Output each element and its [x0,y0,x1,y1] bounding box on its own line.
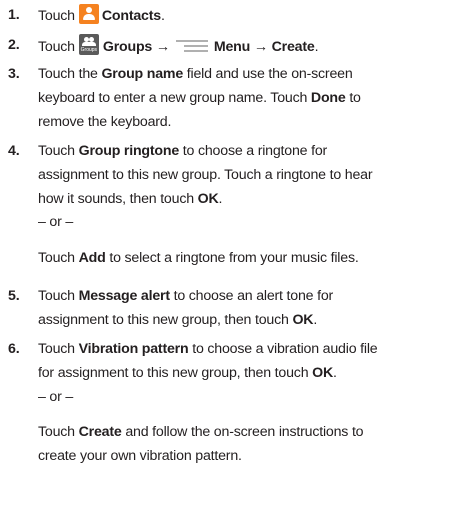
arrow: → [253,39,268,55]
arrow: → [155,39,170,55]
instruction-document: 1. Touch Contacts. 2. Touch Groups Groups →… [0,0,472,523]
step-number: 1. [8,7,20,23]
step-text: Touch Groups Groups → Menu → Create. [38,34,319,58]
step-number: 3. [8,66,20,82]
step-number: 2. [8,37,20,53]
menu-icon [175,39,208,53]
create-label: Create [271,39,315,55]
menu-label: Menu [213,39,251,55]
step-text: Touch the Group name field and use the o… [38,66,353,82]
contacts-label: Contacts [101,8,161,24]
step-number: 6. [8,341,20,357]
groups-icon: Groups [78,34,99,55]
contacts-icon [78,4,99,24]
step-text: Touch Contacts. [38,4,165,27]
step-number: 4. [8,143,20,159]
step-number: 5. [8,288,20,304]
step-text: Touch Vibration pattern to choose a vibr… [38,341,378,357]
step-text: Touch Message alert to choose an alert t… [38,288,334,304]
groups-label: Groups [102,39,153,55]
step-text: Touch Group ringtone to choose a rington… [38,143,328,159]
